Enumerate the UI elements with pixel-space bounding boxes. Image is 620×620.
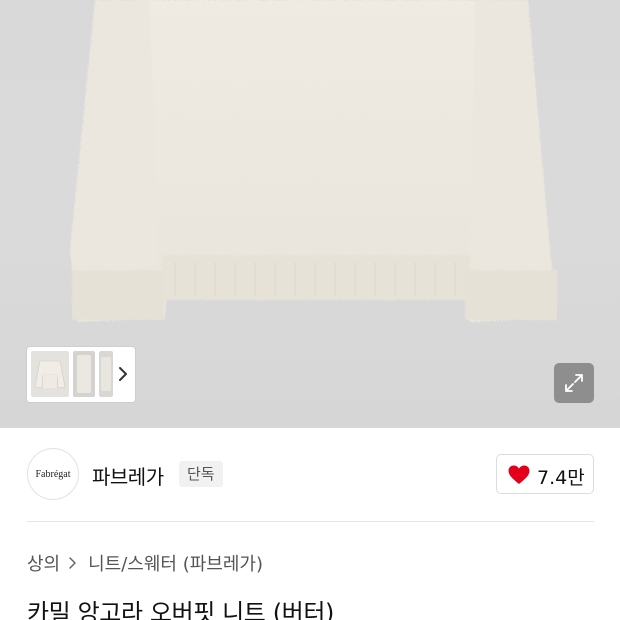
chevron-right-icon[interactable] bbox=[117, 365, 129, 383]
chevron-right-icon bbox=[69, 557, 76, 569]
divider bbox=[27, 521, 594, 522]
expand-image-button[interactable] bbox=[554, 363, 594, 403]
thumbnail-strip[interactable] bbox=[27, 347, 135, 402]
like-button[interactable]: 7.4만 bbox=[496, 454, 594, 494]
brand-row: Fabrégat 파브레가 단독 7.4만 bbox=[27, 448, 594, 500]
exclusive-badge: 단독 bbox=[179, 461, 223, 487]
breadcrumb-category[interactable]: 상의 bbox=[27, 550, 60, 576]
expand-icon bbox=[565, 374, 583, 392]
brand-logo[interactable]: Fabrégat bbox=[27, 448, 79, 500]
product-title: 카밀 앙고라 오버핏 니트 (버터) bbox=[27, 599, 335, 620]
breadcrumb-subcategory[interactable]: 니트/스웨터 (파브레가) bbox=[88, 550, 263, 576]
brand-logo-text: Fabrégat bbox=[35, 468, 71, 480]
breadcrumb: 상의 니트/스웨터 (파브레가) bbox=[27, 550, 263, 576]
product-image[interactable] bbox=[0, 0, 620, 428]
brand-name[interactable]: 파브레가 bbox=[92, 461, 164, 490]
thumbnail-1[interactable] bbox=[31, 351, 69, 397]
thumbnail-3[interactable] bbox=[99, 351, 113, 397]
thumbnail-2[interactable] bbox=[73, 351, 95, 397]
heart-icon bbox=[508, 465, 530, 484]
like-count: 7.4만 bbox=[537, 467, 585, 489]
